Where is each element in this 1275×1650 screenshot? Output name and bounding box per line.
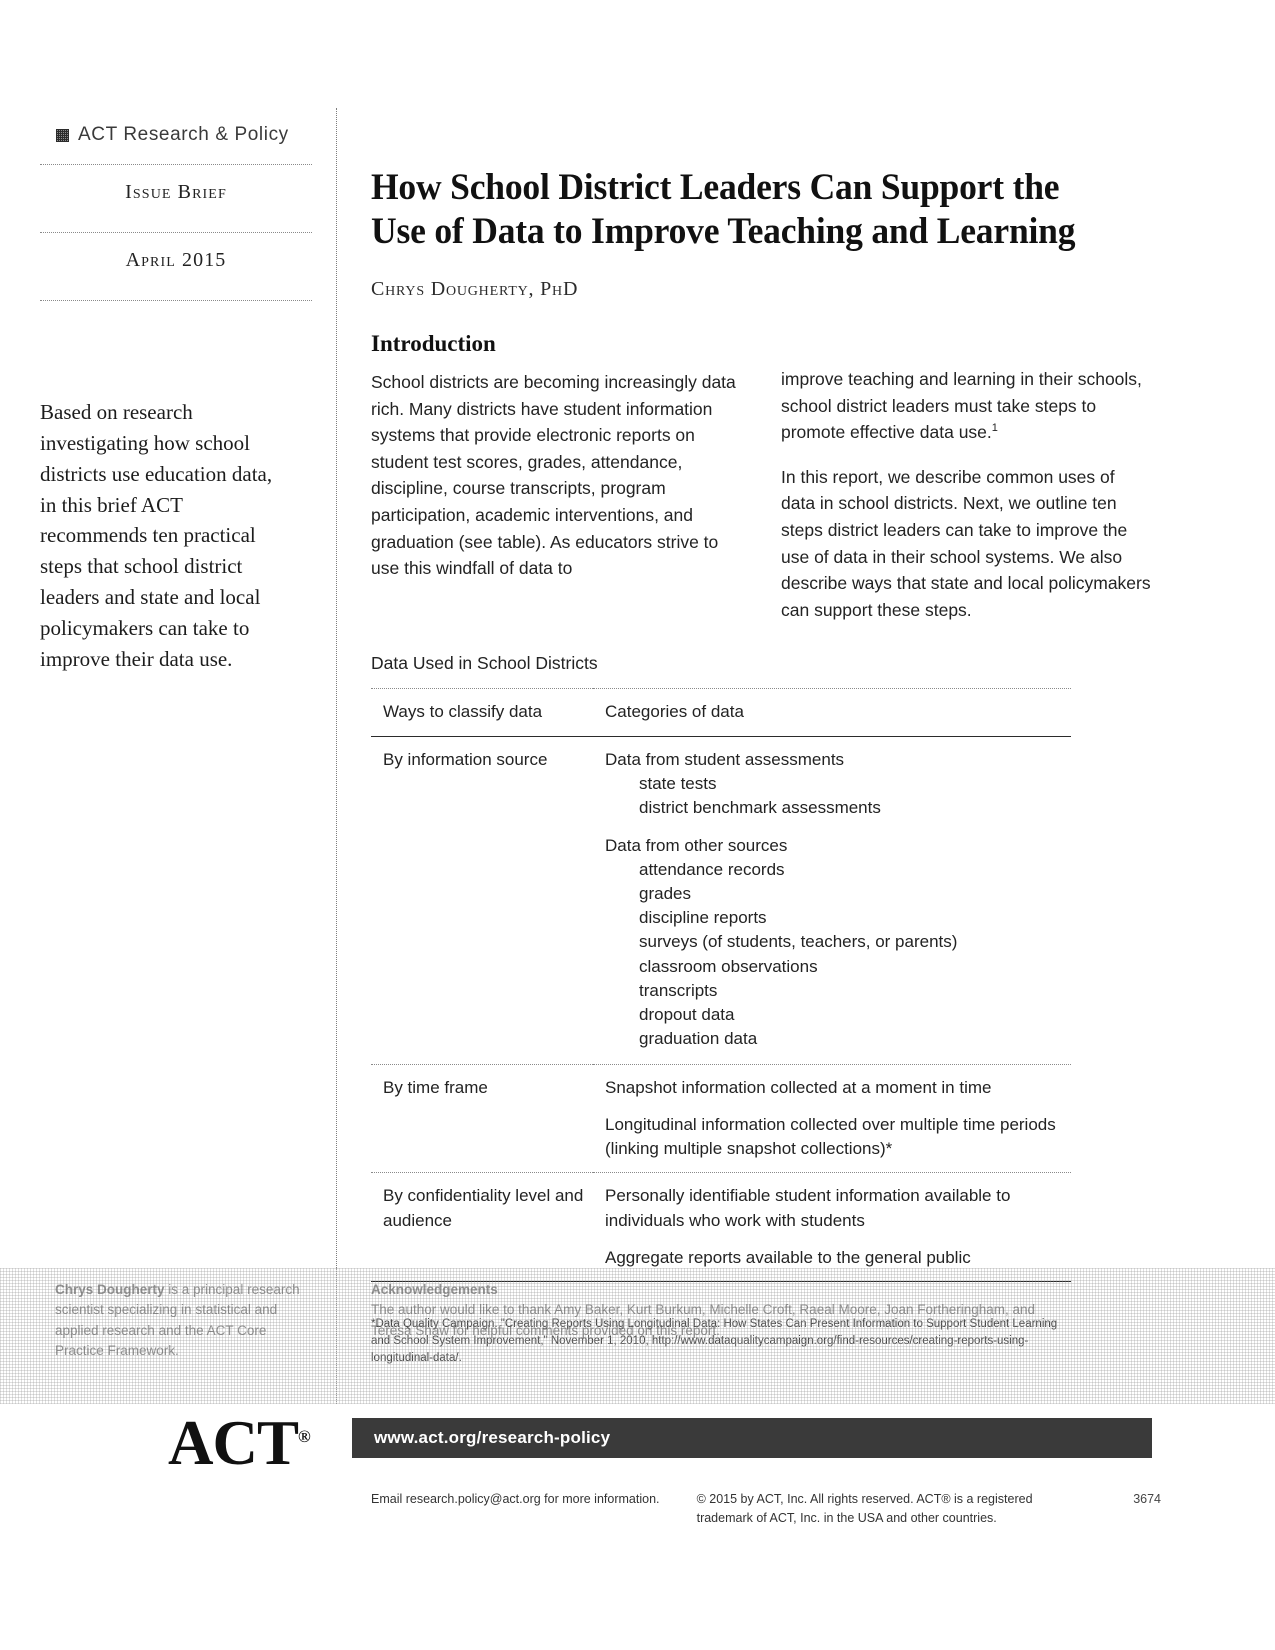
intro-paragraph-2-text: improve teaching and learning in their s… [781, 369, 1142, 443]
table-row: By confidentiality level and audience Pe… [371, 1172, 1071, 1282]
table-header-ways: Ways to classify data [371, 688, 593, 737]
act-logo: ACT® [168, 1412, 311, 1475]
author-bio: Chrys Dougherty is a principal research … [55, 1280, 305, 1361]
row-content-confidentiality: Personally identifiable student informat… [593, 1172, 1071, 1282]
sidebar-summary-blurb: Based on research investigating how scho… [40, 400, 273, 671]
website-url-label[interactable]: www.act.org/research-policy [352, 1428, 610, 1448]
list-item: state tests [639, 773, 717, 793]
list-item: classroom observations [639, 956, 818, 976]
list-item: dropout data [639, 1004, 735, 1024]
brand-label: ACT Research & Policy [78, 124, 289, 145]
page-title: How School District Leaders Can Support … [371, 167, 1076, 253]
footnote-reference: 1 [991, 422, 998, 435]
sidebar-divider-bottom [40, 300, 312, 301]
acknowledgements-divider [336, 1268, 337, 1404]
acknowledgements-heading: Acknowledgements [371, 1282, 498, 1297]
column-top-spacer [781, 331, 1153, 366]
act-logo-text: ACT [168, 1408, 299, 1478]
intro-paragraph-1: School districts are becoming increasing… [371, 372, 736, 579]
brand-lockup: ACT Research & Policy [40, 120, 312, 150]
list-item: graduation data [639, 1028, 758, 1048]
list-item: district benchmark assessments [639, 797, 881, 817]
footer-meta: Email research.policy@act.org for more i… [371, 1490, 1161, 1528]
list-item: transcripts [639, 980, 718, 1000]
cell-paragraph: Personally identifiable student informat… [605, 1186, 1011, 1230]
author-byline: Chrys Dougherty, PhD [371, 278, 579, 301]
cell-paragraph: Aggregate reports available to the gener… [605, 1247, 971, 1267]
data-used-table: Ways to classify data Categories of data… [371, 688, 1071, 1304]
acknowledgements-text: Acknowledgements The author would like t… [371, 1280, 1071, 1341]
author-bio-name: Chrys Dougherty [55, 1282, 165, 1297]
intro-paragraph-2: improve teaching and learning in their s… [781, 366, 1153, 446]
website-url-bar[interactable]: www.act.org/research-policy [352, 1418, 1152, 1458]
table-caption: Data Used in School Districts [371, 653, 598, 674]
act-checker-mark-icon [56, 128, 69, 142]
list-item: surveys (of students, teachers, or paren… [639, 932, 958, 952]
footer-copyright: © 2015 by ACT, Inc. All rights reserved.… [696, 1492, 1033, 1525]
row-label-confidentiality: By confidentiality level and audience [371, 1172, 593, 1282]
row-label-time-frame: By time frame [371, 1063, 593, 1173]
category-group: Data from student assessments state test… [605, 748, 1063, 820]
table-row: By time frame Snapshot information colle… [371, 1063, 1071, 1173]
row-label-information-source: By information source [383, 749, 548, 769]
issue-date-label: April 2015 [125, 249, 227, 271]
footer-document-number: 3674 [1133, 1492, 1161, 1506]
table-header-row: Ways to classify data Categories of data [371, 688, 1071, 737]
issue-type-label: Issue Brief [125, 181, 227, 203]
category-group-title: Data from student assessments [605, 749, 845, 769]
section-heading-introduction: Introduction [371, 331, 496, 357]
cell-paragraph: Snapshot information collected at a mome… [605, 1078, 992, 1097]
row-content-information-source: Data from student assessments state test… [593, 736, 1071, 1065]
footer-email-line[interactable]: Email research.policy@act.org for more i… [371, 1490, 697, 1528]
cell-paragraph: Longitudinal information collected over … [605, 1115, 1056, 1159]
sidebar: ACT Research & Policy Issue Brief April … [40, 120, 312, 675]
row-content-time-frame: Snapshot information collected at a mome… [593, 1063, 1071, 1173]
category-group-title: Data from other sources [605, 835, 788, 855]
column-divider [336, 108, 337, 1268]
main-content: How School District Leaders Can Support … [371, 166, 1153, 1368]
list-item: attendance records [639, 860, 785, 879]
category-sublist: state tests district benchmark assessmen… [605, 772, 1063, 820]
category-group: Data from other sources attendance recor… [605, 834, 1063, 1051]
list-item: discipline reports [639, 908, 767, 928]
registered-trademark-icon: ® [298, 1427, 311, 1446]
intro-paragraph-3: In this report, we describe common uses … [781, 466, 1151, 620]
table-row: By information source Data from student … [371, 736, 1071, 1065]
intro-column-right: improve teaching and learning in their s… [781, 331, 1153, 623]
acknowledgements-body: The author would like to thank Amy Baker… [371, 1302, 1036, 1338]
table-header-categories: Categories of data [593, 688, 1071, 737]
list-item: grades [639, 884, 691, 904]
intro-columns: Introduction School districts are becomi… [371, 331, 1153, 623]
category-sublist: attendance records grades discipline rep… [605, 858, 1063, 1051]
data-table-block: Data Used in School Districts Ways to cl… [371, 653, 1071, 1367]
document-page: ACT Research & Policy Issue Brief April … [0, 0, 1275, 1650]
intro-column-left: Introduction School districts are becomi… [371, 331, 743, 623]
